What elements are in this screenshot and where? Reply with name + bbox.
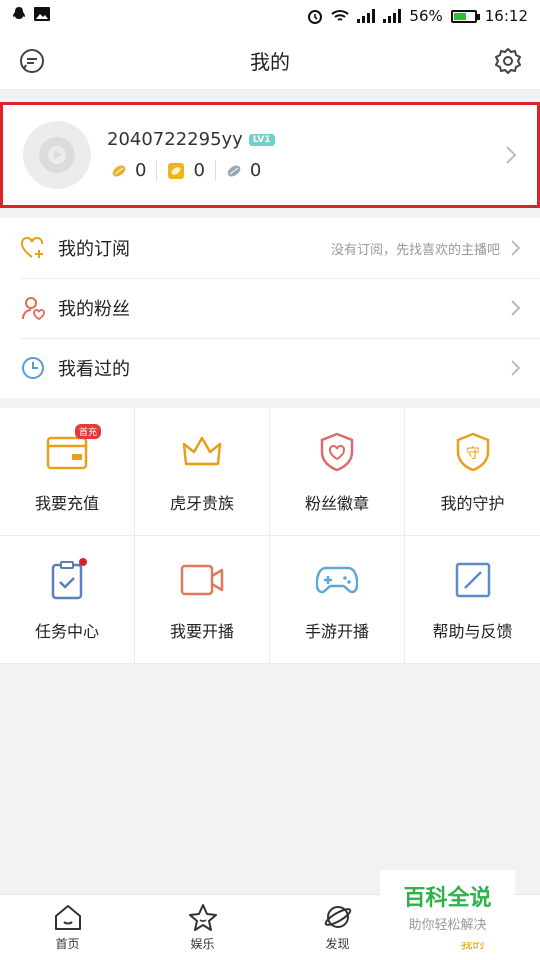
tab-home[interactable]: 首页 bbox=[0, 895, 135, 960]
grid-item-label: 手游开播 bbox=[304, 621, 369, 641]
watermark-title: 百科全说 bbox=[403, 885, 492, 911]
gold-ticket-icon bbox=[168, 162, 185, 179]
gold-bean-icon bbox=[112, 165, 126, 176]
profile-card[interactable]: 2040722295yy LV1 0 0 0 bbox=[0, 102, 540, 208]
grid-item-start-live[interactable]: 我要开播 bbox=[135, 536, 270, 664]
list-item-history[interactable]: 我看过的 bbox=[0, 338, 540, 398]
qq-icon bbox=[12, 6, 26, 26]
grid-item-nobility[interactable]: 虎牙贵族 bbox=[135, 408, 270, 536]
battery-percent: 56% bbox=[409, 7, 443, 25]
message-icon bbox=[20, 49, 44, 73]
chevron-right-icon bbox=[511, 360, 520, 376]
alarm-icon bbox=[307, 8, 323, 24]
wifi-icon bbox=[331, 9, 350, 23]
feature-grid: 首充 我要充值 虎牙贵族 粉丝徽章 守 我的守护 任务中心 我要开播 手游开播 … bbox=[0, 408, 540, 664]
grid-item-label: 我要充值 bbox=[34, 493, 99, 513]
gold-bean-stat: 0 bbox=[107, 160, 156, 181]
shield-guard-glyph: 守 bbox=[466, 446, 480, 462]
gear-icon bbox=[495, 48, 521, 74]
task-clipboard-icon bbox=[51, 560, 83, 599]
menu-list: 我的订阅 没有订阅，先找喜欢的主播吧 我的粉丝 我看过的 bbox=[0, 218, 540, 398]
wallet-icon bbox=[46, 436, 88, 469]
fans-icon bbox=[20, 295, 46, 321]
status-bar: 56% 16:12 bbox=[0, 0, 540, 32]
message-button[interactable] bbox=[16, 45, 48, 77]
list-item-subscriptions[interactable]: 我的订阅 没有订阅，先找喜欢的主播吧 bbox=[0, 218, 540, 278]
video-camera-icon bbox=[180, 564, 224, 595]
settings-button[interactable] bbox=[492, 45, 524, 77]
signal-icon bbox=[357, 9, 376, 23]
edit-feedback-icon bbox=[455, 562, 490, 597]
grid-item-label: 我要开播 bbox=[169, 621, 234, 641]
grid-item-guard[interactable]: 守 我的守护 bbox=[405, 408, 540, 536]
grid-item-help-feedback[interactable]: 帮助与反馈 bbox=[405, 536, 540, 664]
tab-label: 娱乐 bbox=[190, 937, 215, 951]
clock-icon bbox=[20, 355, 46, 381]
signal-icon-2 bbox=[383, 9, 402, 23]
grid-item-label: 粉丝徽章 bbox=[304, 493, 369, 513]
currency-stats: 0 0 0 bbox=[107, 160, 275, 181]
crown-icon bbox=[182, 436, 222, 465]
gamepad-icon bbox=[316, 566, 358, 593]
list-item-hint: 没有订阅，先找喜欢的主播吧 bbox=[330, 242, 500, 258]
grid-item-label: 任务中心 bbox=[34, 621, 99, 641]
silver-bean-stat: 0 bbox=[214, 160, 271, 181]
chevron-right-icon bbox=[506, 146, 517, 164]
planet-icon bbox=[324, 906, 351, 928]
gold-ticket-value: 0 bbox=[193, 160, 205, 181]
grid-item-fan-badge[interactable]: 粉丝徽章 bbox=[270, 408, 405, 536]
avatar[interactable] bbox=[23, 121, 91, 189]
list-item-label: 我的粉丝 bbox=[58, 299, 130, 320]
badge-heart-icon bbox=[320, 432, 354, 471]
chevron-right-icon bbox=[511, 300, 520, 316]
list-item-label: 我的订阅 bbox=[58, 239, 130, 260]
list-item-label: 我看过的 bbox=[58, 359, 130, 380]
grid-item-task-center[interactable]: 任务中心 bbox=[0, 536, 135, 664]
page-title: 我的 bbox=[250, 50, 290, 74]
grid-item-label: 帮助与反馈 bbox=[432, 621, 513, 641]
grid-item-label: 虎牙贵族 bbox=[169, 493, 234, 513]
shield-guard-icon: 守 bbox=[456, 432, 489, 471]
tab-label: 发现 bbox=[325, 937, 350, 951]
image-icon bbox=[34, 7, 50, 25]
chevron-right-icon bbox=[511, 240, 520, 256]
gold-bean-value: 0 bbox=[135, 160, 147, 181]
silver-bean-icon bbox=[227, 165, 241, 176]
page-header: 我的 bbox=[0, 32, 540, 90]
level-badge: LV1 bbox=[248, 133, 275, 146]
watermark-subtitle: 助你轻松解决 bbox=[408, 917, 487, 933]
tab-label: 首页 bbox=[55, 937, 80, 951]
list-item-fans[interactable]: 我的粉丝 bbox=[0, 278, 540, 338]
grid-item-recharge[interactable]: 首充 我要充值 bbox=[0, 408, 135, 536]
home-icon bbox=[54, 905, 81, 930]
notification-dot bbox=[79, 557, 87, 566]
clock-time: 16:12 bbox=[484, 7, 528, 25]
star-icon bbox=[188, 904, 217, 931]
battery-icon bbox=[450, 9, 480, 23]
gold-ticket-stat: 0 bbox=[156, 160, 214, 181]
silver-bean-value: 0 bbox=[249, 160, 262, 181]
first-recharge-tag: 首充 bbox=[74, 423, 101, 439]
heart-plus-icon bbox=[20, 235, 46, 261]
default-avatar-icon bbox=[39, 137, 75, 173]
username: 2040722295yy bbox=[107, 129, 243, 150]
grid-item-mobile-game-live[interactable]: 手游开播 bbox=[270, 536, 405, 664]
grid-item-label: 我的守护 bbox=[440, 493, 505, 513]
watermark: 百科全说 助你轻松解决 bbox=[380, 870, 515, 942]
tab-entertainment[interactable]: 娱乐 bbox=[135, 895, 270, 960]
